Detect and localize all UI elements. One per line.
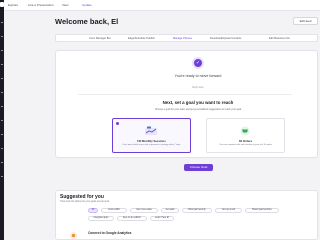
- suggestions-title: Suggested for you: [60, 194, 104, 200]
- tool-schedule-publish[interactable]: Edge/Schedule Publish: [128, 37, 155, 40]
- goal-option-orders[interactable]: 3X Orders Turn new customer with one inc…: [206, 118, 285, 153]
- tool-upload-contacts[interactable]: Download/Upload Contacts: [210, 37, 241, 40]
- option-description: Turn new customer with one incentive to …: [219, 144, 272, 146]
- nav-finance-icon[interactable]: [1, 148, 3, 149]
- chip-get-paid[interactable]: Get paid: [161, 208, 179, 213]
- option-label: Fill Monthly Sessions: [137, 139, 166, 143]
- nav-marketing-icon[interactable]: [1, 92, 3, 93]
- nav-analytics-icon[interactable]: [1, 78, 3, 79]
- tool-conv-manager[interactable]: Conv Manager Bot: [89, 37, 111, 40]
- nav-content-icon[interactable]: [1, 106, 3, 107]
- recommendation-label: Connect to Google Analytics: [88, 231, 132, 235]
- chip-grow-traffic[interactable]: Grow traffic: [101, 208, 127, 213]
- analytics-icon: [70, 232, 77, 239]
- top-navigation: Explore Link a Presentation View Update: [4, 0, 320, 11]
- nav-explore[interactable]: Explore: [8, 3, 18, 7]
- radio-selected-icon[interactable]: [116, 122, 119, 125]
- nav-products-icon[interactable]: [1, 50, 3, 51]
- suggestions-subtitle: Tools and info tailored to your goals an…: [60, 201, 110, 203]
- recommendation-item[interactable]: Connect to Google Analytics: [70, 231, 310, 240]
- tools-bar: Conv Manager Bot Edge/Schedule Publish M…: [55, 34, 318, 42]
- tool-business-info[interactable]: Edit Business Info: [269, 37, 290, 40]
- nav-apps-icon[interactable]: [1, 120, 3, 121]
- nav-link-presentation[interactable]: Link a Presentation: [28, 3, 54, 7]
- ready-subtitle: Begin start: [192, 86, 204, 89]
- nav-orders-icon[interactable]: [1, 36, 3, 37]
- page-title: Welcome back, El: [55, 17, 119, 26]
- nav-home-icon[interactable]: [1, 22, 3, 23]
- chip-setup-email[interactable]: Set up email: [215, 208, 242, 213]
- ready-title: You're ready to move forward: [174, 74, 222, 78]
- chip-integrate-apps[interactable]: Integrate apps: [88, 216, 114, 221]
- goal-subtitle: Choose a goal for your team and get pers…: [154, 108, 242, 111]
- chip-get-sales[interactable]: Get more sales: [130, 208, 158, 213]
- choose-goal-button[interactable]: Choose Goal: [184, 164, 213, 171]
- tool-manage-phones[interactable]: Manage Phones: [173, 37, 192, 40]
- chip-all[interactable]: All: [88, 208, 98, 213]
- edit-feed-button[interactable]: Edit feed: [293, 17, 318, 25]
- chip-learn[interactable]: Learn! See E!: [150, 216, 174, 221]
- goal-title: Next, set a goal you want to reach: [162, 100, 234, 105]
- cart-icon: [240, 126, 250, 136]
- nav-customers-icon[interactable]: [1, 64, 3, 65]
- nav-settings-icon[interactable]: [1, 162, 3, 163]
- option-label: 3X Orders: [238, 139, 253, 143]
- chip-edition[interactable]: Eye on an edition: [117, 216, 147, 221]
- chip-build-partnership[interactable]: Build partnership: [182, 208, 212, 213]
- chart-icon: [145, 126, 157, 135]
- goal-option-sessions[interactable]: Fill Monthly Sessions Drive more traffic…: [112, 118, 191, 153]
- divider: [78, 94, 292, 95]
- check-icon: ✓: [192, 57, 204, 69]
- nav-update[interactable]: Update: [82, 3, 92, 7]
- nav-view[interactable]: View: [62, 3, 68, 7]
- nav-sales-icon[interactable]: [1, 134, 3, 135]
- sidebar: [0, 0, 4, 240]
- nav-help-icon[interactable]: [1, 176, 3, 177]
- option-description: Drive more traffic to your site to gener…: [122, 144, 181, 146]
- chip-brand-partnerships[interactable]: Brand partnerships: [245, 208, 279, 213]
